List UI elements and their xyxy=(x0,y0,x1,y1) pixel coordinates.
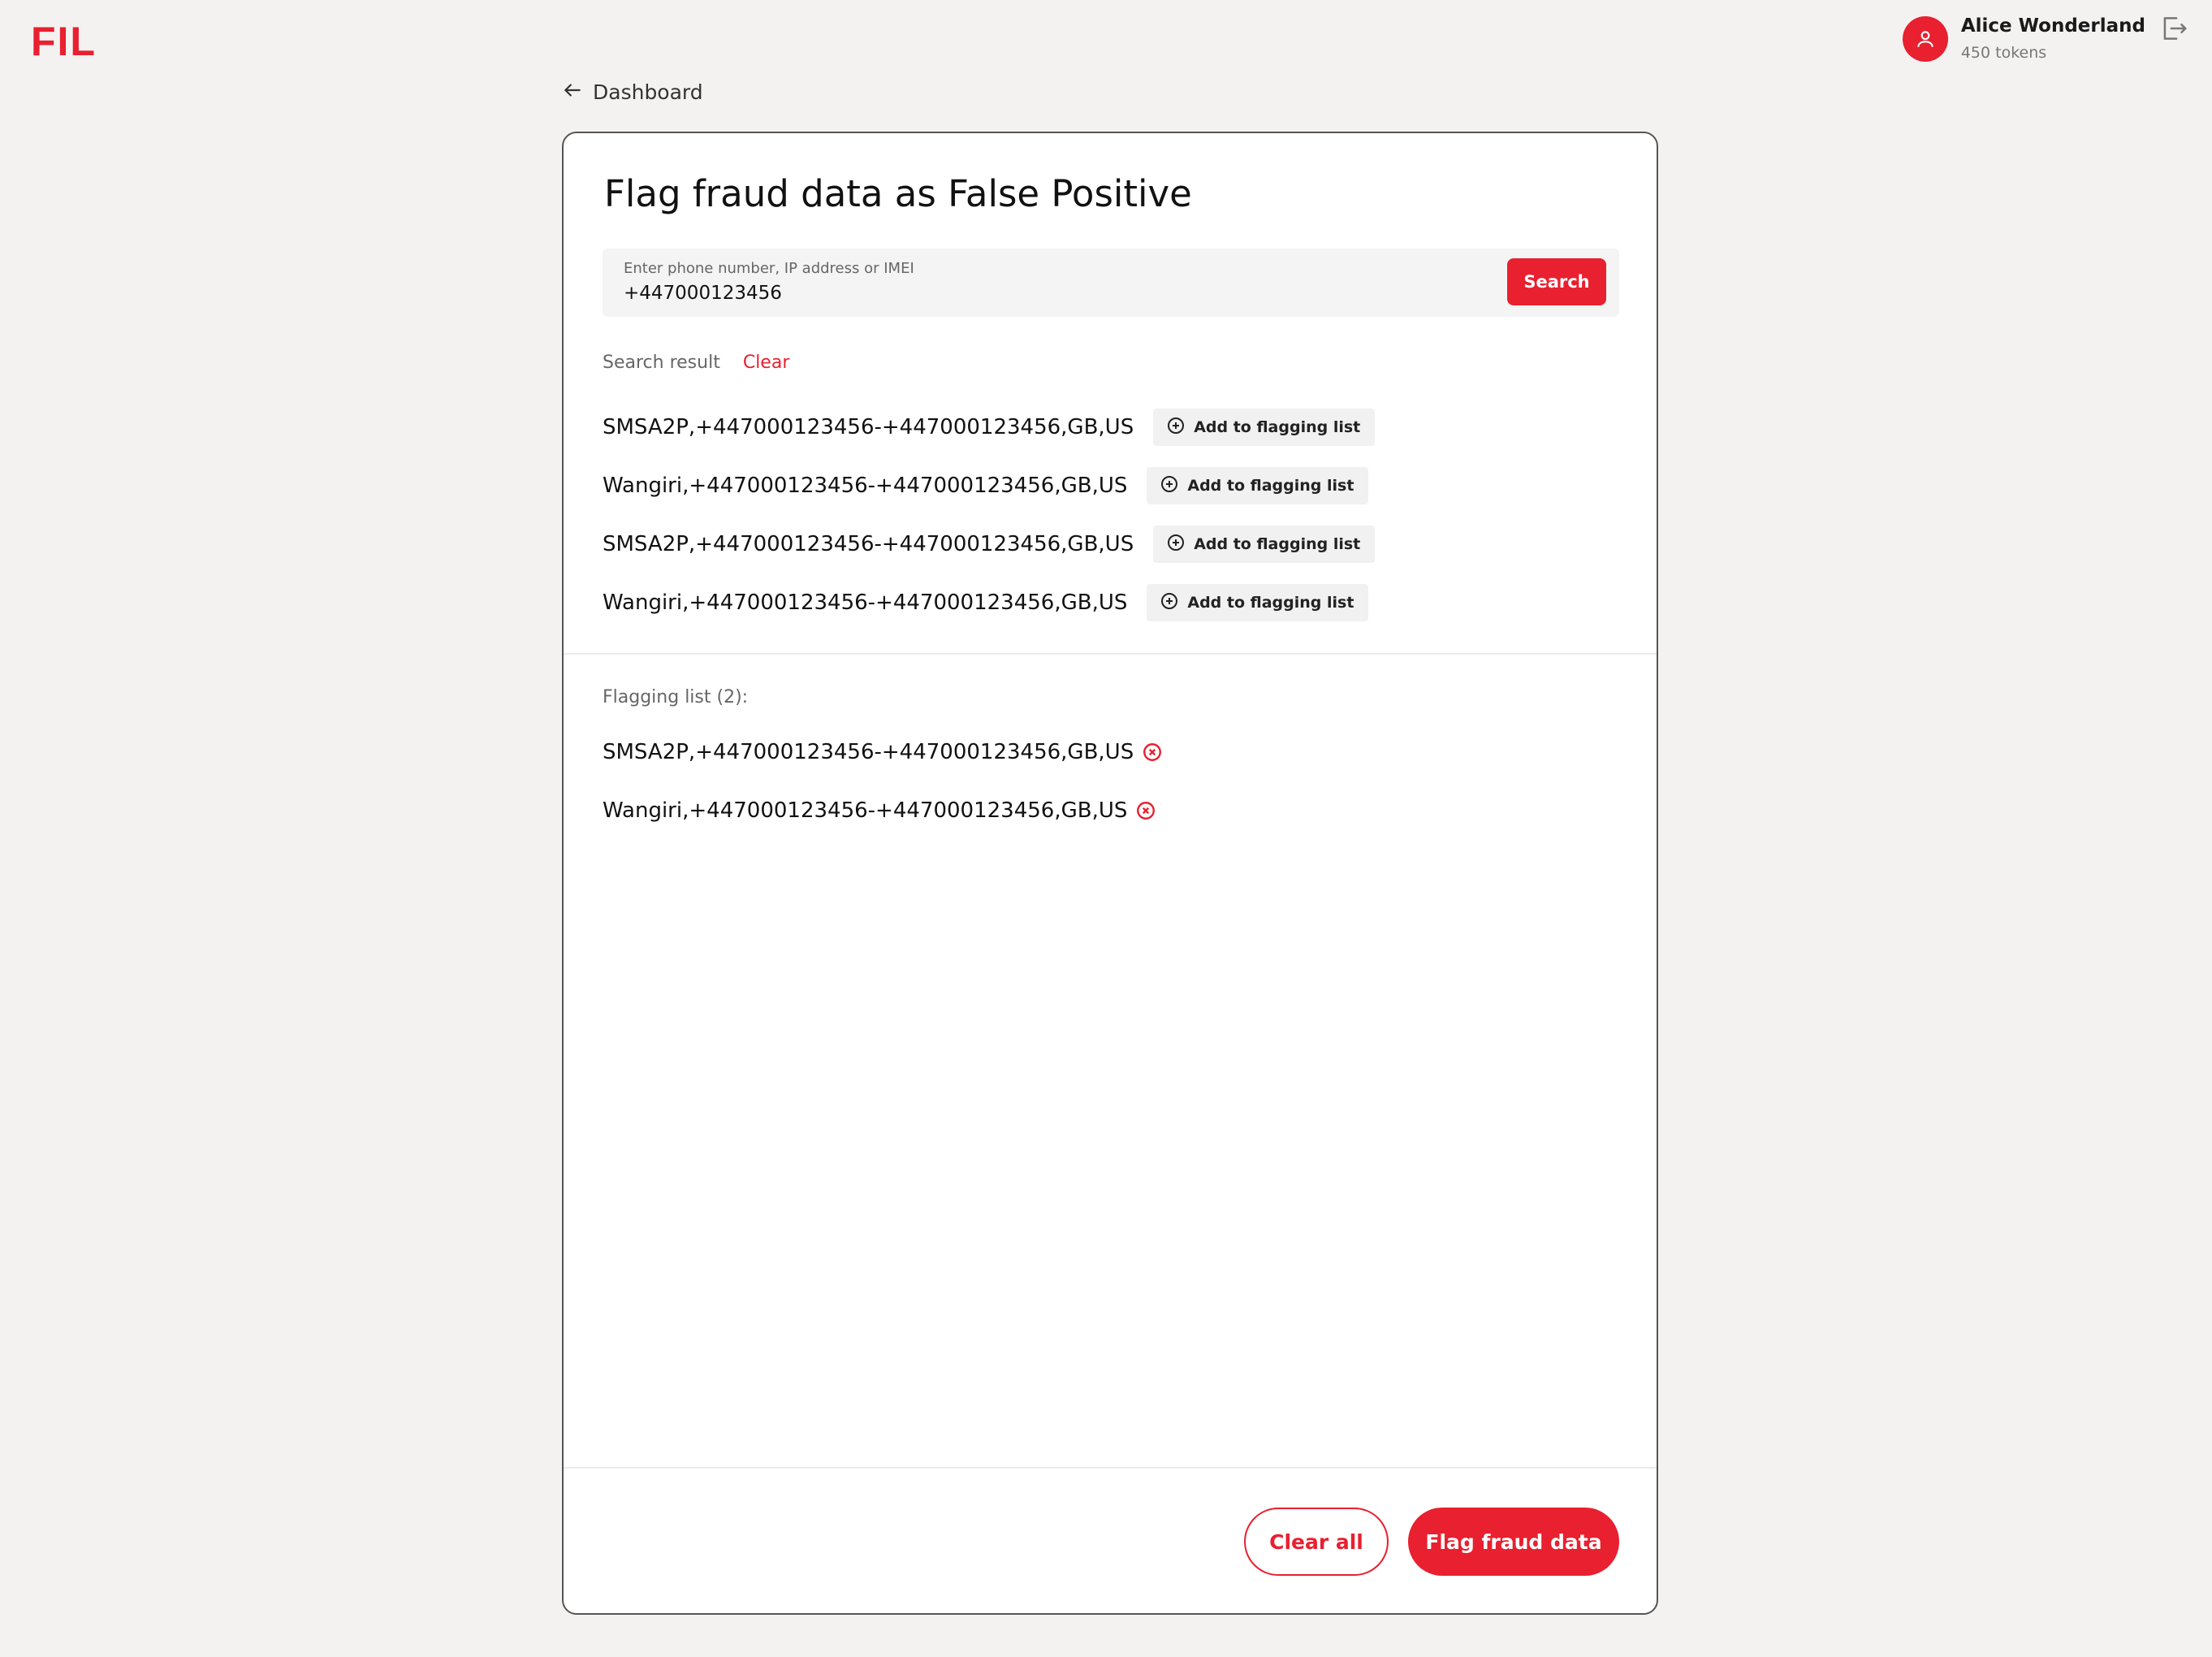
flag-fraud-data-button[interactable]: Flag fraud data xyxy=(1408,1508,1619,1576)
section-divider xyxy=(564,653,1657,655)
add-to-flagging-list-button[interactable]: Add to flagging list xyxy=(1147,467,1369,504)
result-row: Wangiri,+447000123456-+447000123456,GB,U… xyxy=(603,456,1375,515)
plus-circle-icon xyxy=(1166,533,1186,556)
add-to-flagging-list-button[interactable]: Add to flagging list xyxy=(1147,584,1369,621)
search-placeholder: Enter phone number, IP address or IMEI xyxy=(624,260,914,277)
arrow-left-icon xyxy=(562,80,583,104)
user-icon[interactable] xyxy=(1902,16,1948,62)
add-label: Add to flagging list xyxy=(1194,418,1361,436)
app-logo[interactable]: FIL xyxy=(31,18,97,65)
search-field[interactable]: Enter phone number, IP address or IMEI +… xyxy=(603,249,1619,317)
add-to-flagging-list-button[interactable]: Add to flagging list xyxy=(1153,526,1376,563)
search-result-list: SMSA2P,+447000123456-+447000123456,GB,US… xyxy=(603,398,1376,632)
flag-card: Flag fraud data as False Positive Enter … xyxy=(562,132,1658,1615)
result-row: SMSA2P,+447000123456-+447000123456,GB,US… xyxy=(603,398,1376,456)
flagging-list-item: SMSA2P,+447000123456-+447000123456,GB,US xyxy=(603,723,1163,781)
add-label: Add to flagging list xyxy=(1187,594,1354,612)
plus-circle-icon xyxy=(1166,416,1186,439)
add-to-flagging-list-button[interactable]: Add to flagging list xyxy=(1153,409,1376,446)
clear-results-link[interactable]: Clear xyxy=(743,353,790,373)
search-result-label: Search result xyxy=(603,353,720,373)
flagged-text: Wangiri,+447000123456-+447000123456,GB,U… xyxy=(603,798,1128,823)
search-input[interactable]: +447000123456 xyxy=(624,283,782,304)
user-menu: Alice Wonderland 450 tokens xyxy=(1902,13,2189,62)
user-tokens: 450 tokens xyxy=(1960,44,2047,62)
close-circle-icon[interactable] xyxy=(1135,800,1156,821)
close-circle-icon[interactable] xyxy=(1142,742,1163,763)
search-result-header: Search result Clear xyxy=(603,353,789,373)
result-text: SMSA2P,+447000123456-+447000123456,GB,US xyxy=(603,532,1134,556)
result-row: SMSA2P,+447000123456-+447000123456,GB,US… xyxy=(603,515,1376,573)
add-label: Add to flagging list xyxy=(1194,535,1361,553)
back-link[interactable]: Dashboard xyxy=(562,80,703,104)
search-button[interactable]: Search xyxy=(1507,258,1606,305)
clear-all-button[interactable]: Clear all xyxy=(1244,1508,1389,1576)
back-label: Dashboard xyxy=(593,80,703,104)
flagging-list: SMSA2P,+447000123456-+447000123456,GB,US… xyxy=(603,723,1163,840)
footer-divider xyxy=(564,1467,1657,1469)
add-label: Add to flagging list xyxy=(1187,477,1354,495)
result-text: Wangiri,+447000123456-+447000123456,GB,U… xyxy=(603,591,1128,615)
result-text: Wangiri,+447000123456-+447000123456,GB,U… xyxy=(603,474,1128,498)
flagged-text: SMSA2P,+447000123456-+447000123456,GB,US xyxy=(603,740,1134,764)
result-text: SMSA2P,+447000123456-+447000123456,GB,US xyxy=(603,415,1134,439)
plus-circle-icon xyxy=(1160,474,1179,497)
plus-circle-icon xyxy=(1160,591,1179,614)
flagging-list-item: Wangiri,+447000123456-+447000123456,GB,U… xyxy=(603,781,1163,840)
flagging-list-label: Flagging list (2): xyxy=(603,687,749,707)
logout-icon[interactable] xyxy=(2158,13,2189,47)
user-info: Alice Wonderland 450 tokens xyxy=(1961,15,2145,62)
result-row: Wangiri,+447000123456-+447000123456,GB,U… xyxy=(603,573,1375,632)
page-title: Flag fraud data as False Positive xyxy=(604,172,1192,215)
user-name: Alice Wonderland xyxy=(1960,15,2145,37)
